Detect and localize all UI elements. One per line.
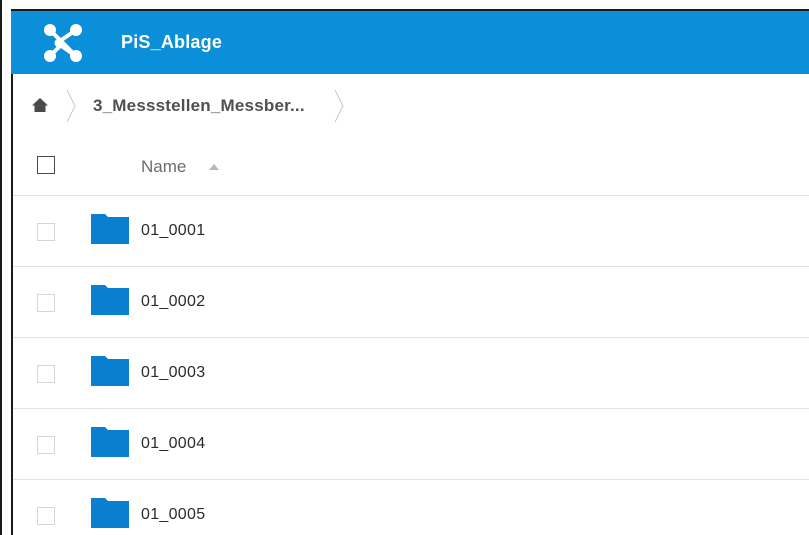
- list-item[interactable]: 01_0004: [13, 409, 809, 480]
- row-checkbox[interactable]: [37, 436, 55, 454]
- name-column-header[interactable]: Name: [141, 138, 186, 196]
- sort-ascending-icon[interactable]: [209, 164, 219, 170]
- row-checkbox[interactable]: [37, 507, 55, 525]
- chevron-right-icon: [334, 89, 344, 123]
- app-window: PiS_Ablage 3_Messstellen_Messber... Name…: [0, 0, 809, 535]
- folder-icon: [91, 285, 129, 315]
- home-icon[interactable]: [31, 96, 49, 114]
- share-network-icon[interactable]: [41, 21, 85, 65]
- folder-name[interactable]: 01_0005: [141, 480, 205, 535]
- list-item[interactable]: 01_0001: [13, 196, 809, 267]
- folder-name[interactable]: 01_0002: [141, 267, 205, 337]
- row-checkbox[interactable]: [37, 223, 55, 241]
- folder-icon: [91, 498, 129, 528]
- list-item[interactable]: 01_0005: [13, 480, 809, 535]
- list-item[interactable]: 01_0003: [13, 338, 809, 409]
- breadcrumb-current-folder[interactable]: 3_Messstellen_Messber...: [93, 74, 305, 138]
- app-header: PiS_Ablage: [11, 9, 809, 74]
- list-header: Name: [13, 138, 809, 196]
- folder-name[interactable]: 01_0003: [141, 338, 205, 408]
- folder-name[interactable]: 01_0001: [141, 196, 205, 266]
- folder-icon: [91, 214, 129, 244]
- row-checkbox[interactable]: [37, 294, 55, 312]
- app-title[interactable]: PiS_Ablage: [121, 11, 222, 74]
- row-checkbox[interactable]: [37, 365, 55, 383]
- folder-name[interactable]: 01_0004: [141, 409, 205, 479]
- chevron-right-icon: [66, 89, 76, 123]
- folder-icon: [91, 427, 129, 457]
- folder-icon: [91, 356, 129, 386]
- list-item[interactable]: 01_0002: [13, 267, 809, 338]
- breadcrumb: 3_Messstellen_Messber...: [13, 74, 809, 138]
- select-all-checkbox[interactable]: [37, 156, 55, 174]
